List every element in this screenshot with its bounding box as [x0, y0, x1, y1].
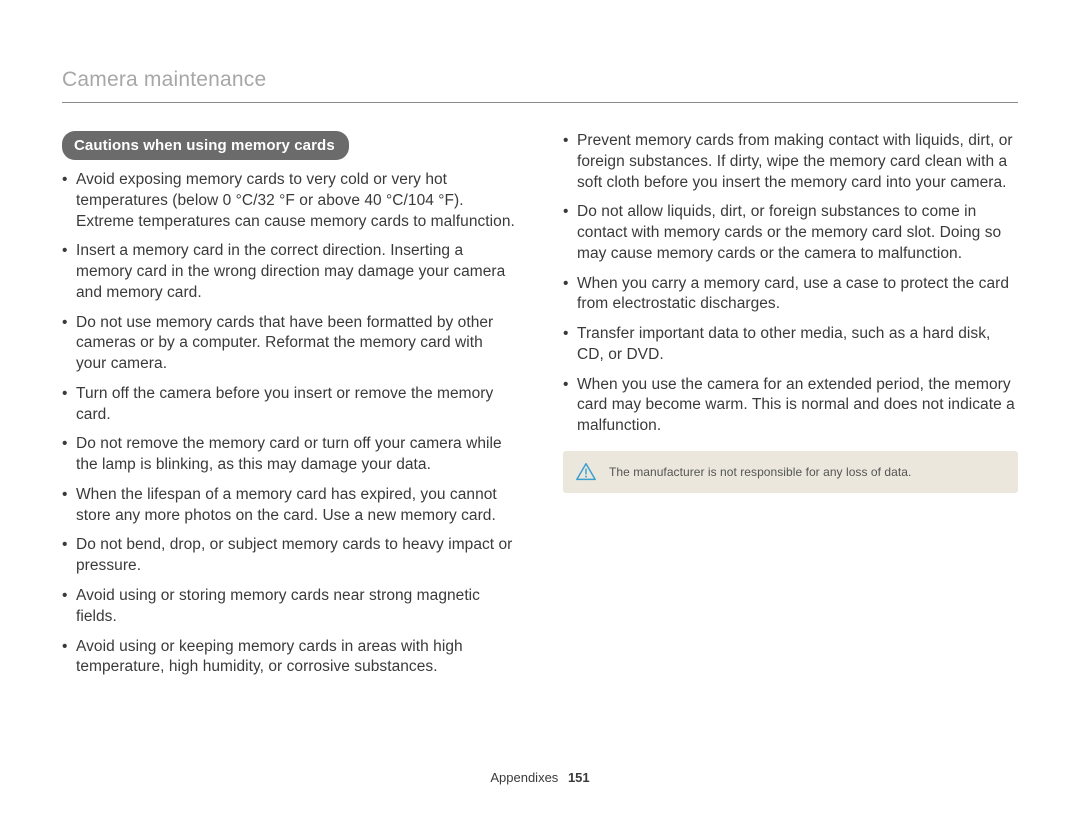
list-item: When the lifespan of a memory card has e… — [62, 485, 517, 527]
list-item: Transfer important data to other media, … — [563, 324, 1018, 366]
list-item: When you carry a memory card, use a case… — [563, 274, 1018, 316]
list-item: Prevent memory cards from making contact… — [563, 131, 1018, 193]
list-item: Do not allow liquids, dirt, or foreign s… — [563, 202, 1018, 264]
callout-text: The manufacturer is not responsible for … — [609, 465, 911, 479]
list-item: Avoid exposing memory cards to very cold… — [62, 170, 517, 232]
list-item: Avoid using or keeping memory cards in a… — [62, 637, 517, 679]
footer-label: Appendixes — [490, 770, 558, 785]
columns: Cautions when using memory cards Avoid e… — [62, 131, 1018, 687]
list-item: Do not bend, drop, or subject memory car… — [62, 535, 517, 577]
page-title: Camera maintenance — [62, 68, 1018, 103]
list-item: Insert a memory card in the correct dire… — [62, 241, 517, 303]
page-footer: Appendixes 151 — [0, 770, 1080, 785]
list-item: Do not remove the memory card or turn of… — [62, 434, 517, 476]
list-item: Do not use memory cards that have been f… — [62, 313, 517, 375]
callout-note: The manufacturer is not responsible for … — [563, 451, 1018, 493]
list-item: When you use the camera for an extended … — [563, 375, 1018, 437]
cautions-list-left: Avoid exposing memory cards to very cold… — [62, 170, 517, 678]
right-column: Prevent memory cards from making contact… — [563, 131, 1018, 687]
page: Camera maintenance Cautions when using m… — [0, 0, 1080, 687]
alert-icon — [575, 461, 597, 483]
footer-page-number: 151 — [568, 770, 590, 785]
list-item: Avoid using or storing memory cards near… — [62, 586, 517, 628]
section-heading-pill: Cautions when using memory cards — [62, 131, 349, 160]
list-item: Turn off the camera before you insert or… — [62, 384, 517, 426]
cautions-list-right: Prevent memory cards from making contact… — [563, 131, 1018, 437]
left-column: Cautions when using memory cards Avoid e… — [62, 131, 517, 687]
